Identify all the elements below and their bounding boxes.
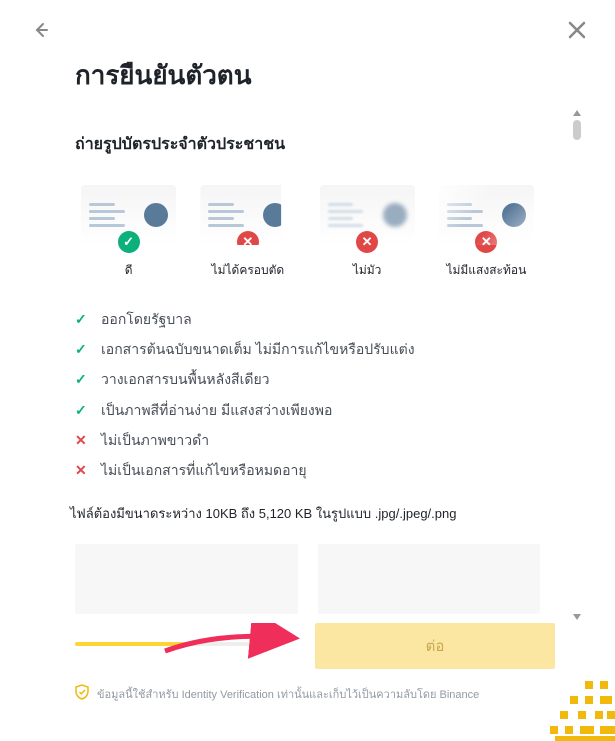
upload-front-box[interactable] (75, 544, 298, 614)
qr-code-icon (550, 676, 615, 741)
id-card-icon: ✓ (81, 185, 176, 245)
list-item: ✓เอกสารต้นฉบับขนาดเต็ม ไม่มีการแก้ไขหรือ… (75, 340, 540, 358)
page-title: การยืนยันตัวตน (75, 55, 540, 96)
example-label: ไม่มัว (353, 261, 382, 280)
example-label: ไม่ได้ครอบตัด (212, 261, 285, 280)
close-button[interactable] (567, 19, 587, 47)
check-icon: ✓ (75, 401, 91, 419)
list-item: ✕ไม่เป็นภาพขาวดำ (75, 431, 540, 449)
x-icon: ✕ (475, 231, 497, 253)
scrollbar-thumb[interactable] (573, 120, 581, 140)
check-icon: ✓ (75, 340, 91, 358)
list-item: ✕ไม่เป็นเอกสารที่แก้ไขหรือหมดอายุ (75, 461, 540, 479)
id-card-reflection-icon: ✕ (439, 185, 534, 245)
check-icon: ✓ (75, 310, 91, 328)
x-icon: ✕ (75, 461, 91, 479)
example-not-cropped: ✕ ไม่ได้ครอบตัด (194, 185, 301, 280)
example-not-blurry: ✕ ไม่มัว (314, 185, 421, 280)
example-no-reflection: ✕ ไม่มีแสงสะท้อน (433, 185, 540, 280)
list-item: ✓วางเอกสารบนพื้นหลังสีเดียว (75, 370, 540, 388)
check-icon: ✓ (75, 370, 91, 388)
privacy-text: ข้อมูลนี้ใช้สำหรับ Identity Verification… (97, 685, 479, 703)
example-label: ดี (125, 261, 133, 280)
back-button[interactable] (28, 18, 52, 47)
section-subtitle: ถ่ายรูปบัตรประจำตัวประชาชน (75, 132, 540, 157)
requirements-checklist: ✓ออกโดยรัฐบาล ✓เอกสารต้นฉบับขนาดเต็ม ไม่… (75, 310, 540, 479)
scrollbar[interactable] (573, 120, 581, 610)
example-cards-row: ✓ ดี ✕ ไม่ได้ครอบตัด ✕ ไม่มัว ✕ (75, 185, 540, 280)
list-item: ✓เป็นภาพสีที่อ่านง่าย มีแสงสว่างเพียงพอ (75, 401, 540, 419)
scroll-up-icon (573, 110, 581, 116)
scroll-down-icon (573, 614, 581, 620)
shield-icon (75, 684, 89, 703)
list-item: ✓ออกโดยรัฐบาล (75, 310, 540, 328)
continue-button[interactable]: ต่อ (315, 623, 555, 669)
progress-indicator (75, 642, 185, 646)
check-icon: ✓ (118, 231, 140, 253)
id-card-cropped-icon: ✕ (200, 185, 295, 245)
example-label: ไม่มีแสงสะท้อน (446, 261, 526, 280)
x-icon: ✕ (356, 231, 378, 253)
id-card-blurry-icon: ✕ (320, 185, 415, 245)
upload-back-box[interactable] (318, 544, 541, 614)
example-good: ✓ ดี (75, 185, 182, 280)
file-requirements-text: ไฟล์ต้องมีขนาดระหว่าง 10KB ถึง 5,120 KB … (70, 503, 540, 524)
x-icon: ✕ (237, 231, 259, 253)
x-icon: ✕ (75, 431, 91, 449)
